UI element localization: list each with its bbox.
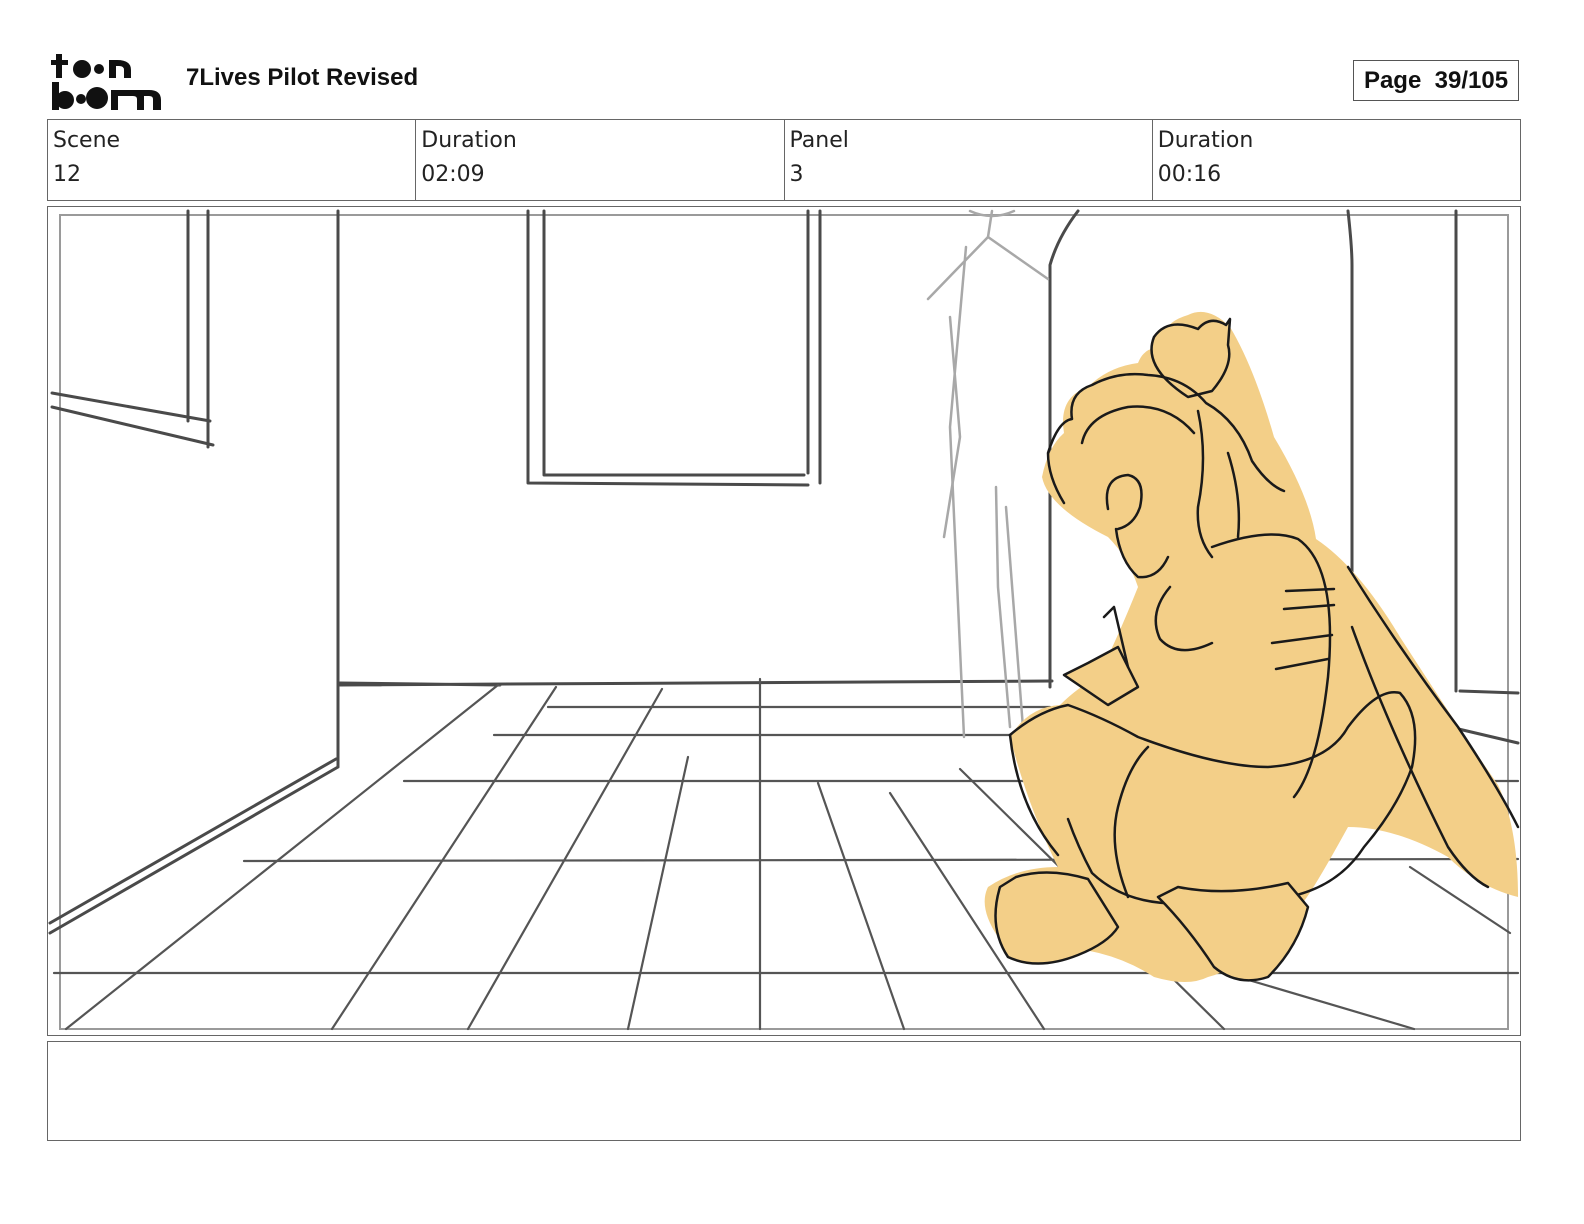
scene-label: Scene: [53, 128, 121, 153]
storyboard-panel: [47, 206, 1521, 1036]
page-indicator: Page 39/105: [1353, 60, 1519, 101]
left-window: [50, 209, 215, 449]
panel-duration-value: 00:16: [1157, 162, 1222, 187]
panel-cell: Panel 3: [785, 120, 1153, 200]
panel-label: Panel: [789, 128, 849, 153]
panel-value: 3: [789, 162, 804, 187]
scene-duration-value: 02:09: [421, 162, 485, 187]
storyboard-drawing: [48, 209, 1520, 1031]
project-title: 7Lives Pilot Revised: [186, 64, 419, 91]
back-window: [526, 209, 822, 487]
back-wall-base: [338, 679, 1054, 687]
toon-boom-logo: [51, 54, 161, 110]
scene-cell: Scene 12: [48, 120, 417, 200]
left-wall-edge: [48, 209, 340, 935]
scene-duration-cell: Duration 02:09: [416, 120, 785, 200]
panel-duration-label: Duration: [1157, 128, 1254, 153]
ghost-figure-sketch: [926, 209, 1050, 769]
panel-duration-cell: Duration 00:16: [1153, 120, 1520, 200]
scene-duration-label: Duration: [421, 128, 517, 153]
panel-notes-area: [47, 1041, 1521, 1141]
character: [984, 311, 1520, 982]
scene-value: 12: [53, 162, 81, 187]
right-wall-corner: [1431, 209, 1520, 745]
info-table: Scene 12 Duration 02:09 Panel 3 Duration…: [47, 119, 1521, 201]
